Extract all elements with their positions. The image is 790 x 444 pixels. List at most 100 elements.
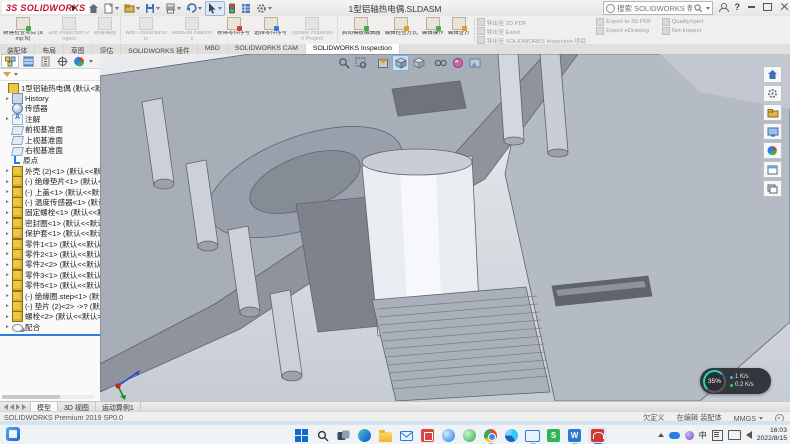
home-icon[interactable] <box>763 66 782 83</box>
tab-cam[interactable]: SOLIDWORKS CAM <box>228 44 306 54</box>
filter-dropdown-icon[interactable] <box>14 73 18 76</box>
tree-item-component[interactable]: ▸零件2<2> (默认<<默认>_显示状 <box>0 260 100 270</box>
hide-show-items-icon[interactable] <box>433 56 448 70</box>
tree-item-component[interactable]: ▸(-) 上盖<1> (默认<<默认>_显示状 <box>0 187 100 197</box>
chrome-icon[interactable] <box>483 428 498 443</box>
wps-icon[interactable] <box>567 428 582 443</box>
minimize-button[interactable] <box>748 6 755 8</box>
widgets-icon[interactable] <box>6 427 20 441</box>
help-search-box[interactable] <box>603 1 713 15</box>
view-palette-icon[interactable] <box>763 123 782 140</box>
start-icon[interactable] <box>294 428 309 443</box>
tree-item-front-plane[interactable]: 前视基准面 <box>0 125 100 135</box>
featuremanager-tree-icon[interactable] <box>1 54 19 68</box>
tree-item-component[interactable]: ▸固定螺栓<1> (默认<<默认>_显示 <box>0 208 100 218</box>
performance-overlay-widget[interactable]: 35% 1 K/s 0.2 K/s <box>700 368 771 394</box>
tree-item-component[interactable]: ▸(-) 垫片 (2)<2> ->? (默认<<默认 <box>0 301 100 311</box>
tree-item-component[interactable]: ▸零件3<1> (默认<<默认>_显示状 <box>0 270 100 280</box>
tree-item-component[interactable]: ▸螺栓<2> (默认<<默认>_显示状态 <box>0 312 100 322</box>
menu-flyout-icon[interactable] <box>72 5 76 11</box>
red-app-icon[interactable] <box>420 428 435 443</box>
task-view-icon[interactable] <box>336 428 351 443</box>
tab-layout[interactable]: 布局 <box>35 44 64 54</box>
undo-icon[interactable] <box>184 2 204 15</box>
custom-properties-icon[interactable] <box>763 161 782 178</box>
edit-operations-button[interactable]: 编辑操作 <box>420 16 446 37</box>
tree-item-right-plane[interactable]: 右视基准面 <box>0 145 100 155</box>
volume-icon[interactable] <box>746 431 752 439</box>
home-icon[interactable] <box>86 2 101 15</box>
propertymanager-icon[interactable] <box>20 55 36 67</box>
edit-method-button[interactable]: 编辑查方 <box>446 16 472 37</box>
panel-splitter[interactable] <box>0 334 100 336</box>
tree-item-component[interactable]: ▸零件2<1> (默认<<默认>_显示状 <box>0 249 100 259</box>
close-button[interactable] <box>780 3 788 11</box>
ime-grid-icon[interactable] <box>712 430 723 441</box>
dimxpertmanager-icon[interactable] <box>54 55 70 67</box>
tree-item-origin[interactable]: 原点 <box>0 156 100 166</box>
print-icon[interactable] <box>163 2 183 15</box>
tree-item-component[interactable]: ▸零件5<1> (默认<<默认>_显示状 <box>0 280 100 290</box>
tab-strip-overflow-icon[interactable] <box>89 60 93 63</box>
tree-item-annotations[interactable]: ▸注解 <box>0 114 100 124</box>
new-inspection-project-button[interactable]: 新建检查项目 (amp;N) <box>0 16 46 42</box>
appearances-icon[interactable] <box>763 142 782 159</box>
graphics-viewport[interactable]: 35% 1 K/s 0.2 K/s <box>100 54 790 401</box>
tree-item-component[interactable]: ▸(-) 绝缘垫片<1> (默认<<默认>_显示状 <box>0 177 100 187</box>
zoom-fit-icon[interactable] <box>336 56 351 70</box>
tab-addins[interactable]: SOLIDWORKS 插件 <box>121 44 198 54</box>
help-button[interactable]: ? <box>735 2 741 12</box>
tree-horizontal-scrollbar[interactable] <box>2 395 94 399</box>
clock[interactable]: 16:03 2022/8/15 <box>757 427 787 443</box>
input-method-indicator[interactable]: 中 <box>699 430 707 441</box>
view-orientation-icon[interactable] <box>392 55 409 71</box>
zoom-area-icon[interactable] <box>353 56 368 70</box>
onedrive-icon[interactable] <box>669 432 680 439</box>
launch-template-editor-button[interactable]: 启动模板编辑器 <box>340 16 383 37</box>
scrollbar-thumb[interactable] <box>2 395 60 399</box>
configurationmanager-icon[interactable] <box>37 55 53 67</box>
purple-app-tray-icon[interactable] <box>685 431 694 440</box>
tree-item-component[interactable]: ▸密封圈<1> (默认<<默认>_显示状 <box>0 218 100 228</box>
search-icon[interactable] <box>694 4 703 13</box>
select-balloons-button[interactable]: 选择零件序号 <box>252 16 289 37</box>
new-document-icon[interactable] <box>102 2 121 15</box>
green-s-app-icon[interactable] <box>546 428 561 443</box>
file-explorer-icon[interactable] <box>763 104 782 121</box>
tree-item-component[interactable]: ▸外壳 (2)<1> (默认<<默认>_显示状 <box>0 166 100 176</box>
blue-round-app-icon[interactable] <box>441 428 456 443</box>
restore-button[interactable] <box>763 3 772 11</box>
remove-balloons-button[interactable]: 移除零件序号 <box>215 16 252 37</box>
section-view-icon[interactable] <box>375 56 390 70</box>
display-style-icon[interactable] <box>411 56 426 70</box>
tab-sketch[interactable]: 草图 <box>64 44 93 54</box>
tree-item-component[interactable]: ▸零件1<1> (默认<<默认>_显示状态 <box>0 239 100 249</box>
remote-monitor-icon[interactable] <box>525 428 540 443</box>
tree-item-component[interactable]: ▸(-) 绝缘圈.step<1> (默认<<默认> <box>0 291 100 301</box>
forum-icon[interactable] <box>763 180 782 197</box>
design-library-icon[interactable] <box>763 85 782 102</box>
open-icon[interactable] <box>122 2 142 15</box>
search-dropdown-icon[interactable] <box>706 7 710 10</box>
save-icon[interactable] <box>143 2 162 15</box>
file-explorer-icon[interactable] <box>378 428 393 443</box>
cast-monitor-icon[interactable] <box>728 430 741 440</box>
tree-item-root[interactable]: 1型铝轴热电偶 (默认<默认_显示状态-1 <box>0 83 100 93</box>
mail-icon[interactable] <box>399 428 414 443</box>
search-icon[interactable] <box>315 428 330 443</box>
tree-filter-bar[interactable] <box>0 69 100 81</box>
displaymanager-icon[interactable] <box>71 55 87 67</box>
solidworks-icon[interactable] <box>588 427 607 444</box>
login-icon[interactable] <box>719 3 727 11</box>
select-cursor-icon[interactable] <box>205 1 225 16</box>
apply-scene-icon[interactable] <box>467 56 482 70</box>
hidden-icons-caret[interactable] <box>658 433 664 437</box>
tree-item-top-plane[interactable]: 上视基准面 <box>0 135 100 145</box>
tab-inspection[interactable]: SOLIDWORKS Inspection <box>306 44 400 54</box>
edge-icon[interactable] <box>357 428 372 443</box>
tab-evaluate[interactable]: 评估 <box>93 44 122 54</box>
green-round-app-icon[interactable] <box>462 428 477 443</box>
browser-round-icon[interactable] <box>504 428 519 443</box>
search-input[interactable] <box>617 4 692 13</box>
tab-assembly[interactable]: 装配体 <box>0 44 35 54</box>
